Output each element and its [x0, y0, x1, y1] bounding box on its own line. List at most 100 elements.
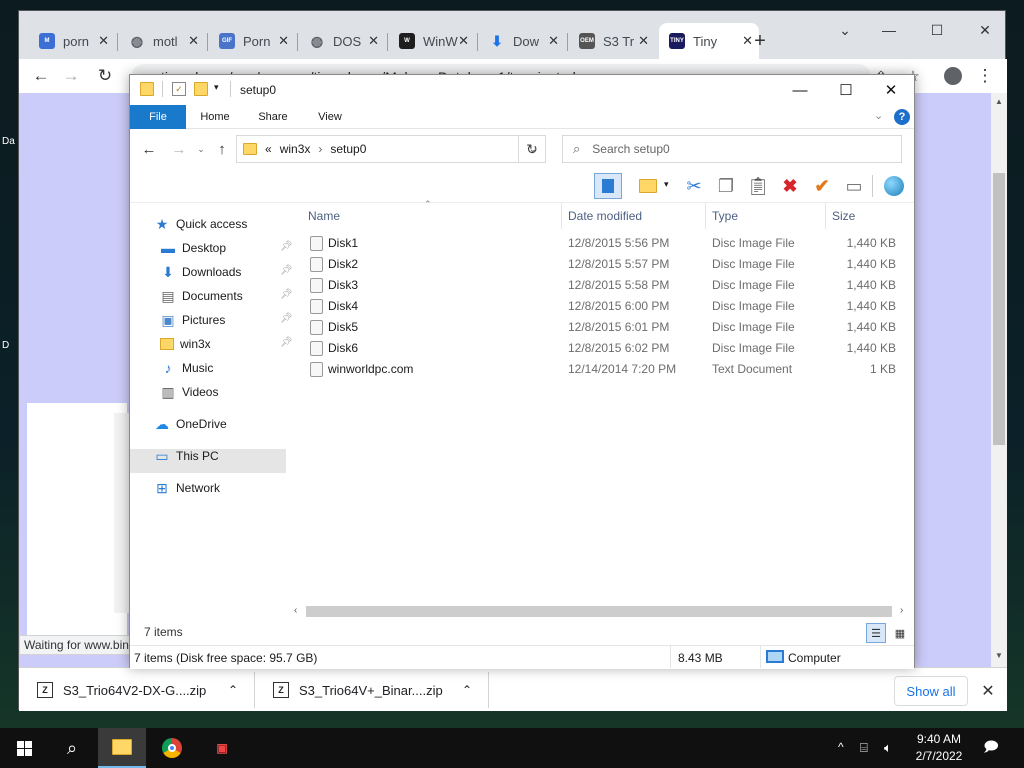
copy-icon[interactable]: ❐ [712, 173, 740, 199]
scroll-up-icon[interactable]: ▲ [995, 97, 1003, 106]
minimize-icon[interactable]: — [777, 75, 823, 105]
file-row[interactable]: Disk1 12/8/2015 5:56 PM Disc Image File 1,4… [294, 233, 906, 254]
tab-5[interactable]: ⬇ Dow ✕ [479, 23, 565, 59]
chevron-up-icon[interactable]: ⌃ [228, 683, 238, 697]
tab-home[interactable]: Home [192, 105, 238, 129]
tab-close-icon[interactable]: ✕ [368, 33, 379, 49]
nav-item-pictures[interactable]: ▣ Pictures [160, 309, 225, 331]
page-scrollbar[interactable]: ▲ ▼ [991, 93, 1007, 667]
column-name[interactable]: Name [302, 203, 562, 229]
tab-7[interactable]: TINY Tiny ✕ [659, 23, 759, 59]
tab-close-icon[interactable]: ✕ [188, 33, 199, 49]
recent-locations-icon[interactable]: ⌄ [194, 139, 208, 159]
new-folder-icon[interactable] [634, 173, 662, 199]
tab-1[interactable]: ◍ motl ✕ [119, 23, 205, 59]
column-date-modified[interactable]: Date modified [562, 203, 706, 229]
large-icons-view-icon[interactable]: ▦ [890, 623, 910, 643]
show-all-button[interactable]: Show all [894, 676, 968, 706]
nav-item-music[interactable]: ♪ Music [160, 357, 214, 379]
volume-muted-icon[interactable]: 🔈︎ [884, 740, 892, 756]
properties-check-icon[interactable]: ✓ [172, 82, 186, 96]
tab-share[interactable]: Share [250, 105, 296, 129]
chevron-up-icon[interactable]: ⌃ [462, 683, 472, 697]
clock[interactable]: 9:40 AM 2/7/2022 [908, 731, 970, 765]
download-item[interactable]: Z S3_Trio64V+_Binar....zip ⌃ [255, 672, 489, 708]
desktop-icon-label[interactable]: D [2, 340, 18, 372]
maximize-icon[interactable]: ☐ [823, 75, 869, 105]
search-box[interactable]: ⌕ Search setup0 [562, 135, 902, 163]
scrollbar-thumb[interactable] [306, 606, 892, 617]
tab-6[interactable]: OEM S3 Tr ✕ [569, 23, 655, 59]
new-tab-icon[interactable]: + [746, 27, 774, 55]
file-row[interactable]: Disk5 12/8/2015 6:01 PM Disc Image File 1,4… [294, 317, 906, 338]
tab-search-icon[interactable]: ⌄ [825, 17, 865, 43]
customize-qat-icon[interactable]: ▾ [214, 82, 219, 93]
nav-item-videos[interactable]: ▥ Videos [160, 381, 218, 403]
file-row[interactable]: Disk2 12/8/2015 5:57 PM Disc Image File 1,4… [294, 254, 906, 275]
column-size[interactable]: Size [826, 203, 906, 229]
file-row[interactable]: Disk3 12/8/2015 5:58 PM Disc Image File 1,4… [294, 275, 906, 296]
search-input[interactable]: Search setup0 [592, 142, 669, 156]
forward-icon[interactable]: → [168, 139, 190, 159]
pin-icon[interactable]: 📌︎ [280, 337, 293, 348]
tab-2[interactable]: GIF Porn ✕ [209, 23, 295, 59]
tab-close-icon[interactable]: ✕ [98, 33, 109, 49]
nav-item-onedrive[interactable]: ☁ OneDrive [154, 413, 227, 435]
network-icon[interactable]: ⌸ [860, 740, 868, 756]
chevron-up-icon[interactable]: ^ [838, 740, 844, 754]
back-icon[interactable]: ← [27, 63, 55, 89]
address-box[interactable]: « win3x › setup0 ⌄ [236, 135, 546, 163]
refresh-icon[interactable]: ↻ [518, 135, 546, 163]
up-icon[interactable]: ↑ [212, 139, 232, 159]
nav-item-downloads[interactable]: ⬇ Downloads [160, 261, 241, 283]
tab-view[interactable]: View [308, 105, 352, 129]
horizontal-scrollbar[interactable]: ‹ › [294, 603, 912, 619]
world-icon[interactable] [880, 173, 908, 199]
close-shelf-icon[interactable]: ✕ [977, 680, 999, 702]
scroll-down-icon[interactable]: ▼ [995, 651, 1003, 660]
preview-pane-icon[interactable] [594, 173, 622, 199]
pin-icon[interactable]: 📌︎ [280, 265, 293, 276]
chevron-down-icon[interactable]: ▾ [664, 179, 669, 190]
maximize-icon[interactable]: ☐ [917, 17, 957, 43]
nav-item-this-pc[interactable]: ▭ This PC [154, 445, 218, 467]
scroll-left-icon[interactable]: ‹ [294, 605, 297, 616]
desktop-icon-label[interactable]: Da [2, 136, 18, 168]
breadcrumb-win3x[interactable]: win3x [280, 142, 311, 156]
reload-icon[interactable]: ↻ [91, 63, 119, 89]
breadcrumb-setup0[interactable]: setup0 [330, 142, 366, 156]
new-folder-icon[interactable] [194, 82, 208, 96]
scrollbar-thumb[interactable] [993, 173, 1005, 445]
close-icon[interactable]: ✕ [965, 17, 1005, 43]
tab-0[interactable]: Mporn ✕ [29, 23, 115, 59]
pin-icon[interactable]: 📌︎ [280, 313, 293, 324]
tab-close-icon[interactable]: ✕ [458, 33, 469, 49]
pin-icon[interactable]: 📌︎ [280, 241, 293, 252]
nav-item-documents[interactable]: ▤ Documents [160, 285, 242, 307]
details-view-icon[interactable]: ☰ [866, 623, 886, 643]
tab-close-icon[interactable]: ✕ [638, 33, 649, 49]
close-icon[interactable]: ✕ [868, 75, 914, 105]
tab-3[interactable]: ◍ DOS ✕ [299, 23, 385, 59]
start-windows-icon[interactable] [0, 728, 48, 768]
nav-item-network[interactable]: ⊞ Network [154, 477, 220, 499]
back-icon[interactable]: ← [138, 139, 160, 159]
download-item[interactable]: Z S3_Trio64V2-DX-G....zip ⌃ [19, 672, 255, 708]
nav-item-quick-access[interactable]: ★ Quick access [154, 213, 248, 235]
tab-close-icon[interactable]: ✕ [548, 33, 559, 49]
profile-avatar-icon[interactable] [939, 63, 967, 89]
dosbox-taskbar-icon[interactable]: ▣ [198, 728, 246, 768]
cut-icon[interactable]: ✂ [680, 173, 708, 199]
column-type[interactable]: Type [706, 203, 826, 229]
search-icon[interactable]: ⌕ [48, 728, 96, 768]
file-row[interactable]: winworldpc.com 12/14/2014 7:20 PM Text Doc… [294, 359, 906, 380]
file-row[interactable]: Disk4 12/8/2015 6:00 PM Disc Image File 1,4… [294, 296, 906, 317]
scroll-right-icon[interactable]: › [900, 605, 903, 616]
help-icon[interactable]: ? [894, 109, 910, 125]
pin-icon[interactable]: 📌︎ [280, 289, 293, 300]
notifications-icon[interactable]: 🗩︎ [980, 738, 1002, 758]
forward-icon[interactable]: → [57, 63, 85, 89]
nav-item-win3x[interactable]: win3x [160, 333, 211, 355]
breadcrumb-overflow[interactable]: « [265, 142, 272, 156]
paste-icon[interactable]: 📋︎ [744, 173, 772, 199]
